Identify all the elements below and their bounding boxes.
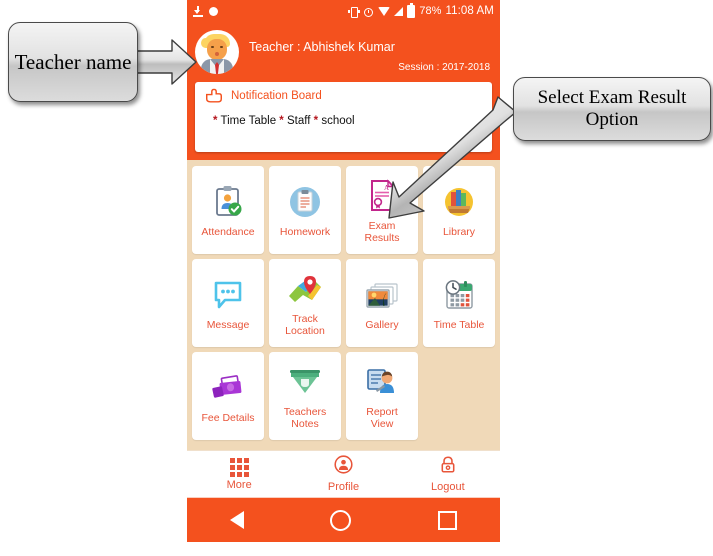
tile-teachers-notes[interactable]: Teachers Notes: [269, 352, 341, 440]
notification-items: * Time Table * Staff * school: [205, 115, 482, 127]
nav-label: Logout: [430, 481, 465, 493]
pointing-hand-icon: [205, 88, 223, 104]
tile-fee-details[interactable]: Fee Details: [192, 352, 264, 440]
svg-text:A: A: [384, 184, 389, 192]
nav-label: Profile: [327, 481, 360, 493]
bottom-nav: More Profile Logout: [187, 450, 500, 497]
feature-grid: Attendance Homework A Exam Results Libra…: [187, 160, 500, 450]
back-triangle-icon[interactable]: [230, 511, 245, 529]
lock-icon: [439, 455, 457, 479]
asterisk-3: *: [313, 115, 319, 127]
phone-screen: 78% 11:08 AM Teacher : Abhishek Kumar Se…: [187, 0, 500, 556]
record-dot-icon: [209, 6, 218, 16]
app-header: Teacher : Abhishek Kumar Session : 2017-…: [187, 22, 500, 82]
recents-square-icon[interactable]: [437, 510, 457, 530]
notification-item-1: Time Table: [220, 115, 277, 127]
tile-time-table[interactable]: Time Table: [423, 259, 495, 347]
tile-message[interactable]: Message: [192, 259, 264, 347]
nav-item-logout[interactable]: Logout: [396, 455, 500, 493]
battery-percent: 78%: [419, 5, 442, 17]
map-pin-icon: [287, 270, 323, 308]
clipboard-blue-icon: [288, 183, 322, 221]
callout-teacher-name: Teacher name: [8, 22, 138, 102]
wifi-icon: [378, 6, 391, 16]
money-icon: [211, 369, 245, 407]
teacher-name: Teacher : Abhishek Kumar: [249, 40, 395, 54]
notification-wrapper: Notification Board * Time Table * Staff …: [187, 82, 500, 160]
android-nav-bar: [187, 497, 500, 542]
tile-empty-slot: [423, 352, 495, 440]
grid-row: Fee Details Teachers Notes Report View: [192, 352, 495, 440]
grid-icon: [229, 457, 249, 477]
battery-icon: [407, 2, 416, 18]
tile-label: Track Location: [285, 312, 325, 337]
grid-row: Message Track Location Gallery Time Tabl…: [192, 259, 495, 347]
tile-label: Exam Results: [364, 219, 400, 244]
person-circle-icon: [334, 455, 353, 479]
tile-label: Teachers Notes: [283, 405, 327, 430]
tile-label: Fee Details: [201, 411, 255, 424]
notification-title: Notification Board: [231, 90, 322, 102]
notification-item-3: school: [321, 115, 355, 127]
tile-library[interactable]: Library: [423, 166, 495, 254]
tile-label: Homework: [279, 225, 331, 238]
signal-icon: [394, 6, 404, 16]
books-icon: [442, 183, 476, 221]
nav-item-profile[interactable]: Profile: [291, 455, 395, 493]
tile-exam-results[interactable]: A Exam Results: [346, 166, 418, 254]
download-icon: [193, 5, 203, 17]
tile-label: Attendance: [201, 225, 255, 238]
notification-item-2: Staff: [286, 115, 311, 127]
notification-board[interactable]: Notification Board * Time Table * Staff …: [195, 82, 492, 152]
notes-icon: [288, 363, 322, 401]
alarm-icon: [363, 6, 374, 17]
tile-label: Gallery: [365, 318, 399, 331]
asterisk-2: *: [279, 115, 284, 127]
tile-gallery[interactable]: Gallery: [346, 259, 418, 347]
photos-icon: [365, 276, 399, 314]
tile-track-location[interactable]: Track Location: [269, 259, 341, 347]
session-label: Session : 2017-2018: [398, 62, 490, 73]
clipboard-check-icon: [213, 183, 243, 221]
nav-item-more[interactable]: More: [187, 457, 291, 491]
calendar-clock-icon: [442, 276, 476, 314]
tile-report-view[interactable]: Report View: [346, 352, 418, 440]
teacher-avatar[interactable]: [195, 30, 239, 74]
vibrate-icon: [348, 6, 359, 18]
nav-label: More: [226, 478, 252, 491]
tile-label: Time Table: [433, 318, 485, 331]
status-time: 11:08 AM: [445, 5, 494, 17]
home-circle-icon[interactable]: [330, 509, 352, 531]
report-person-icon: [366, 363, 398, 401]
grid-row: Attendance Homework A Exam Results Libra…: [192, 166, 495, 254]
tile-label: Library: [442, 225, 476, 238]
callout-exam-result: Select Exam Result Option: [513, 77, 711, 141]
tile-attendance[interactable]: Attendance: [192, 166, 264, 254]
chat-bubble-icon: [212, 276, 244, 314]
tile-label: Message: [206, 318, 250, 331]
asterisk-1: *: [213, 115, 218, 127]
tile-label: Report View: [366, 405, 398, 430]
grade-document-icon: A: [368, 177, 396, 215]
tile-homework[interactable]: Homework: [269, 166, 341, 254]
status-bar: 78% 11:08 AM: [187, 0, 500, 22]
